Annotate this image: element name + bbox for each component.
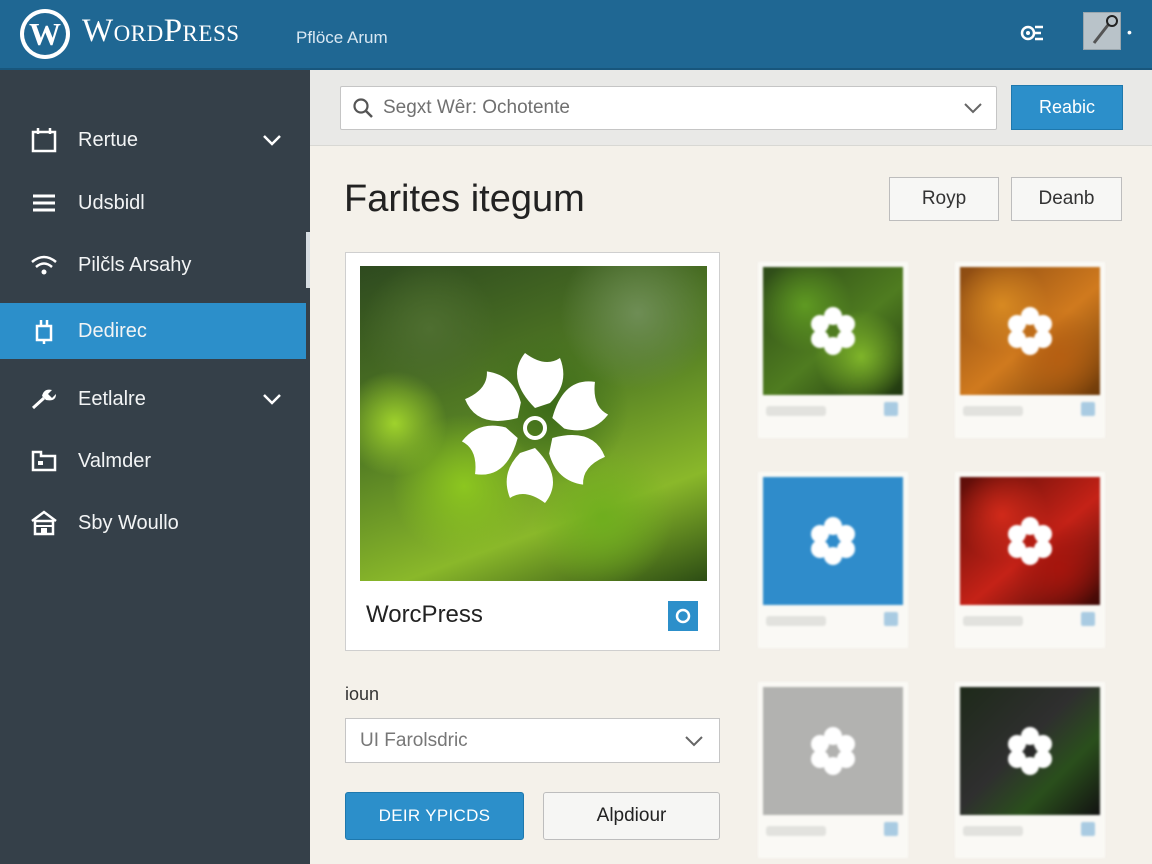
thumbnail-image xyxy=(960,267,1100,395)
sidebar-item-udsbidl[interactable]: Udsbidl xyxy=(0,175,306,231)
wifi-icon xyxy=(29,250,59,280)
thumbnail-image xyxy=(960,477,1100,605)
sidebar-item-sby-woullo[interactable]: Sby Woullo xyxy=(0,495,306,551)
brand-title: WordPress xyxy=(82,13,240,49)
thumbnail-image xyxy=(960,687,1100,815)
field-label: ioun xyxy=(345,684,380,704)
theme-thumbnail[interactable] xyxy=(758,472,908,648)
thumbnail-caption xyxy=(963,826,1023,836)
theme-select[interactable]: UI Farolsdric xyxy=(345,718,720,763)
thumbnail-image xyxy=(763,687,903,815)
flower-logo-icon xyxy=(811,727,855,775)
thumbnail-info-icon[interactable] xyxy=(884,822,898,836)
primary-action-button[interactable]: DEIR YPICDS xyxy=(345,792,524,840)
pen-tool-icon xyxy=(1092,15,1118,44)
thumbnail-info-icon[interactable] xyxy=(884,402,898,416)
page-title: Farites itegum xyxy=(344,178,585,220)
chevron-down-icon[interactable] xyxy=(683,734,705,748)
theme-thumbnail[interactable] xyxy=(955,682,1105,858)
sidebar-item-eetlalre[interactable]: Eetlalre xyxy=(0,371,306,427)
secondary-action-button[interactable]: Alpdiour xyxy=(543,792,720,840)
sidebar-item-label: Pilčls Arsahy xyxy=(78,253,192,276)
svg-text:W: W xyxy=(29,16,61,52)
flower-logo-icon xyxy=(811,517,855,565)
site-name[interactable]: Pflöce Arum xyxy=(296,28,388,48)
sidebar-item-valmder[interactable]: Valmder xyxy=(0,433,306,489)
thumbnail-info-icon[interactable] xyxy=(1081,822,1095,836)
flower-logo-icon xyxy=(1008,307,1052,355)
thumbnail-info-icon[interactable] xyxy=(884,612,898,626)
sidebar-item-label: Udsbidl xyxy=(78,191,145,214)
wordpress-logo-icon[interactable]: W xyxy=(18,7,72,61)
thumbnail-image xyxy=(763,267,903,395)
thumbnail-caption xyxy=(766,826,826,836)
menu-indicator-icon[interactable]: • xyxy=(1127,24,1132,40)
settings-icon[interactable] xyxy=(1019,22,1045,44)
thumbnail-caption xyxy=(766,616,826,626)
royp-button[interactable]: Royp xyxy=(889,177,999,221)
theme-thumbnail[interactable] xyxy=(758,262,908,438)
flower-logo-icon xyxy=(811,307,855,355)
search-field[interactable] xyxy=(340,86,997,130)
wrench-icon xyxy=(29,384,59,414)
sidebar-item-label: Eetlalre xyxy=(78,387,146,410)
featured-theme-name: WorcPress xyxy=(366,601,483,628)
flower-logo-icon xyxy=(1008,517,1052,565)
user-avatar[interactable] xyxy=(1083,12,1121,50)
folder-icon xyxy=(29,446,59,476)
chevron-down-icon[interactable] xyxy=(262,133,282,147)
store-icon xyxy=(29,508,59,538)
thumbnail-info-icon[interactable] xyxy=(1081,612,1095,626)
search-input[interactable] xyxy=(383,97,962,119)
plugin-icon xyxy=(29,316,59,346)
sidebar-item-label: Rertue xyxy=(78,128,139,151)
theme-thumbnail[interactable] xyxy=(955,262,1105,438)
thumbnail-caption xyxy=(766,406,826,416)
chevron-down-icon[interactable] xyxy=(262,392,282,406)
theme-thumbnail[interactable] xyxy=(758,682,908,858)
sidebar-item-rertue[interactable]: Rertue xyxy=(0,112,306,168)
thumbnail-info-icon[interactable] xyxy=(1081,402,1095,416)
sidebar-item-dedirec[interactable]: Dedirec xyxy=(0,303,306,359)
featured-theme-image xyxy=(360,266,707,581)
thumbnail-caption xyxy=(963,616,1023,626)
chevron-down-icon[interactable] xyxy=(962,101,984,115)
menu-lines-icon xyxy=(29,188,59,218)
thumbnail-image xyxy=(763,477,903,605)
sidebar-item-label: Valmder xyxy=(78,449,151,472)
featured-theme-card[interactable]: WorcPress xyxy=(345,252,720,651)
top-bar: W WordPress Pflöce Arum • xyxy=(0,0,1152,70)
theme-info-icon[interactable] xyxy=(668,601,698,631)
select-value: UI Farolsdric xyxy=(360,729,468,751)
search-icon xyxy=(353,98,373,118)
flower-logo-icon xyxy=(461,353,609,503)
sidebar-scrollbar[interactable] xyxy=(306,232,310,288)
sidebar-item-label: Dedirec xyxy=(78,319,147,342)
thumbnail-caption xyxy=(963,406,1023,416)
deanb-button[interactable]: Deanb xyxy=(1011,177,1122,221)
calendar-icon xyxy=(29,125,59,155)
sidebar-item-label: Sby Woullo xyxy=(78,511,179,534)
theme-thumbnail[interactable] xyxy=(955,472,1105,648)
search-button[interactable]: Reabic xyxy=(1011,85,1123,130)
sidebar-item-pilcls[interactable]: Pilčls Arsahy xyxy=(0,237,306,293)
flower-logo-icon xyxy=(1008,727,1052,775)
